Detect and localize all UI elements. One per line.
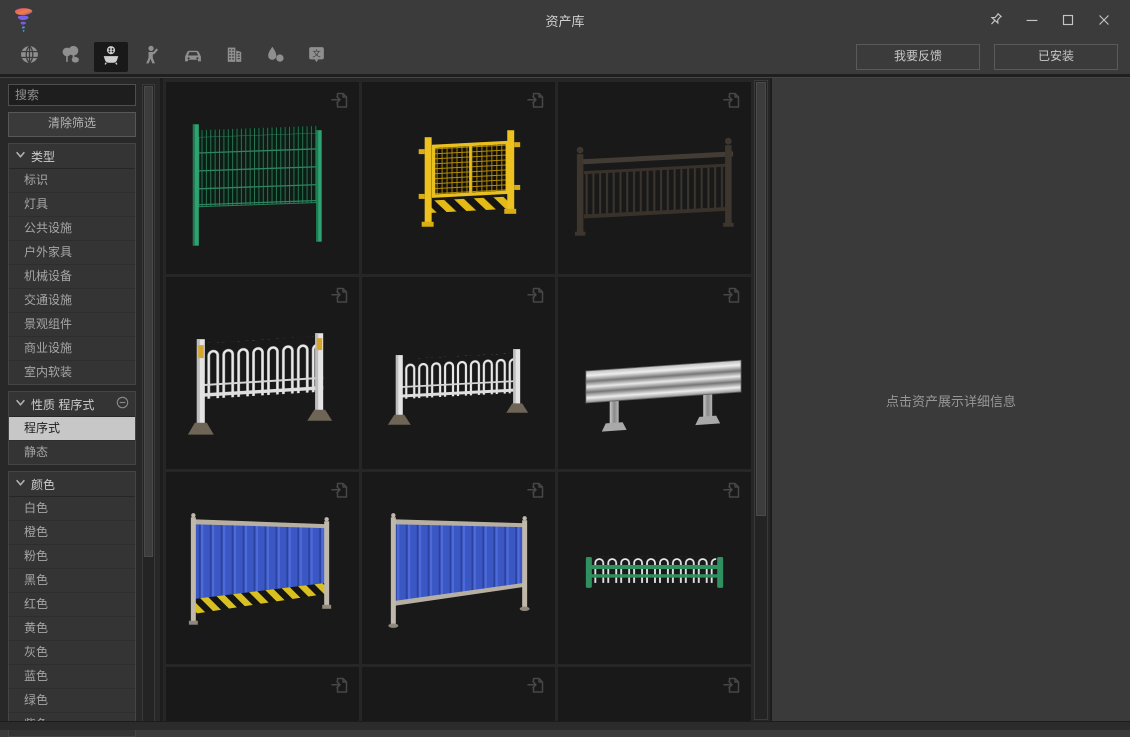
toolbar-category-facilities-button[interactable] <box>94 42 128 72</box>
minimize-icon[interactable] <box>1014 5 1050 35</box>
filter-item-color-8[interactable]: 绿色 <box>9 689 135 713</box>
import-asset-icon[interactable] <box>525 479 547 501</box>
globe-icon <box>19 44 40 70</box>
import-asset-icon[interactable] <box>329 674 351 696</box>
bathtub-icon <box>100 44 122 71</box>
search-input[interactable] <box>8 84 136 106</box>
asset-cell-blue-hoarding-striped[interactable] <box>166 472 359 664</box>
asset-cell-empty-9[interactable] <box>166 667 359 722</box>
asset-cell-empty-10[interactable] <box>362 667 555 722</box>
filter-group-type-title: 类型 <box>31 148 129 165</box>
asset-grid-area <box>160 78 772 722</box>
import-asset-icon[interactable] <box>721 284 743 306</box>
toolbar: 文 我要反馈 已安装 <box>0 40 1130 74</box>
asset-cell-green-mesh-fence[interactable] <box>166 82 359 274</box>
filter-sidebar: 清除筛选 类型标识灯具公共设施户外家具机械设备交通设施景观组件商业设施室内软装性… <box>0 78 160 722</box>
asset-cell-yellow-construction-fence[interactable] <box>362 82 555 274</box>
import-asset-icon[interactable] <box>329 284 351 306</box>
grid-scrollbar[interactable] <box>754 80 768 720</box>
filter-item-color-1[interactable]: 橙色 <box>9 521 135 545</box>
detail-placeholder-text: 点击资产展示详细信息 <box>886 391 1016 410</box>
import-asset-icon[interactable] <box>721 89 743 111</box>
filter-item-type-7[interactable]: 商业设施 <box>9 337 135 361</box>
filter-item-color-5[interactable]: 黄色 <box>9 617 135 641</box>
toolbar-category-characters-button[interactable] <box>135 42 169 72</box>
text-badge-icon: 文 <box>306 44 327 70</box>
titlebar: 资产库 <box>0 0 1130 40</box>
filter-item-type-4[interactable]: 机械设备 <box>9 265 135 289</box>
window-bottom-edge <box>0 721 1130 730</box>
close-icon[interactable] <box>1086 5 1122 35</box>
asset-cell-green-lawn-fence[interactable] <box>558 472 751 664</box>
toolbar-category-buildings-button[interactable] <box>217 42 251 72</box>
filter-item-type-2[interactable]: 公共设施 <box>9 217 135 241</box>
filter-item-color-3[interactable]: 黑色 <box>9 569 135 593</box>
building-icon <box>224 44 245 70</box>
filter-group-type-header[interactable]: 类型 <box>9 144 135 169</box>
import-asset-icon[interactable] <box>525 89 547 111</box>
installed-button[interactable]: 已安装 <box>994 44 1118 70</box>
filter-group-color-title: 颜色 <box>31 476 129 493</box>
clear-filters-button[interactable]: 清除筛选 <box>8 112 136 137</box>
filter-item-property-0[interactable]: 程序式 <box>9 417 135 441</box>
window-controls <box>978 5 1122 35</box>
filter-item-type-3[interactable]: 户外家具 <box>9 241 135 265</box>
chevron-down-icon <box>15 397 26 411</box>
sidebar-scrollbar[interactable] <box>142 84 155 722</box>
toolbar-category-world-button[interactable] <box>12 42 46 72</box>
filter-item-type-5[interactable]: 交通设施 <box>9 289 135 313</box>
svg-text:文: 文 <box>312 48 321 58</box>
asset-cell-white-uloop-barrier-large[interactable] <box>166 277 359 469</box>
filter-group-property-header[interactable]: 性质 程序式 <box>9 392 135 417</box>
sidebar-scrollbar-thumb[interactable] <box>144 86 153 557</box>
pin-icon[interactable] <box>978 5 1014 35</box>
trees-icon <box>60 44 81 70</box>
asset-cell-blue-hoarding[interactable] <box>362 472 555 664</box>
chevron-down-icon <box>15 149 26 163</box>
filter-group-property: 性质 程序式程序式静态 <box>8 391 136 465</box>
filter-group-color-header[interactable]: 颜色 <box>9 472 135 497</box>
toolbar-category-shapes-button[interactable] <box>258 42 292 72</box>
filter-item-color-4[interactable]: 红色 <box>9 593 135 617</box>
import-asset-icon[interactable] <box>721 479 743 501</box>
main-content: 清除筛选 类型标识灯具公共设施户外家具机械设备交通设施景观组件商业设施室内软装性… <box>0 78 1130 722</box>
filter-item-type-8[interactable]: 室内软装 <box>9 361 135 384</box>
import-asset-icon[interactable] <box>525 284 547 306</box>
filter-item-type-1[interactable]: 灯具 <box>9 193 135 217</box>
import-asset-icon[interactable] <box>329 89 351 111</box>
toolbar-category-signs-button[interactable]: 文 <box>299 42 333 72</box>
filter-item-color-6[interactable]: 灰色 <box>9 641 135 665</box>
detail-panel: 点击资产展示详细信息 <box>772 78 1130 722</box>
filter-group-property-title: 性质 程序式 <box>31 396 111 413</box>
filter-item-color-2[interactable]: 粉色 <box>9 545 135 569</box>
car-icon <box>182 44 204 71</box>
filter-group-type: 类型标识灯具公共设施户外家具机械设备交通设施景观组件商业设施室内软装 <box>8 143 136 385</box>
maximize-icon[interactable] <box>1050 5 1086 35</box>
feedback-button[interactable]: 我要反馈 <box>856 44 980 70</box>
person-icon <box>142 44 163 70</box>
filter-item-color-7[interactable]: 蓝色 <box>9 665 135 689</box>
remove-filter-icon[interactable] <box>116 396 129 412</box>
import-asset-icon[interactable] <box>525 674 547 696</box>
asset-cell-highway-guardrail[interactable] <box>558 277 751 469</box>
filter-item-type-6[interactable]: 景观组件 <box>9 313 135 337</box>
asset-cell-white-uloop-barrier-small[interactable] <box>362 277 555 469</box>
import-asset-icon[interactable] <box>329 479 351 501</box>
filter-item-property-1[interactable]: 静态 <box>9 441 135 464</box>
grid-scrollbar-thumb[interactable] <box>756 82 766 516</box>
toolbar-category-vehicles-button[interactable] <box>176 42 210 72</box>
asset-grid <box>166 82 751 722</box>
window-title: 资产库 <box>0 11 1130 30</box>
import-asset-icon[interactable] <box>721 674 743 696</box>
chevron-down-icon <box>15 477 26 491</box>
filter-item-color-0[interactable]: 白色 <box>9 497 135 521</box>
app-logo-icon <box>12 7 36 33</box>
cone-sphere-icon <box>265 44 286 70</box>
filter-group-color: 颜色白色橙色粉色黑色红色黄色灰色蓝色绿色紫色 <box>8 471 136 737</box>
asset-cell-empty-11[interactable] <box>558 667 751 722</box>
toolbar-category-vegetation-button[interactable] <box>53 42 87 72</box>
filter-item-type-0[interactable]: 标识 <box>9 169 135 193</box>
asset-cell-black-railing[interactable] <box>558 82 751 274</box>
